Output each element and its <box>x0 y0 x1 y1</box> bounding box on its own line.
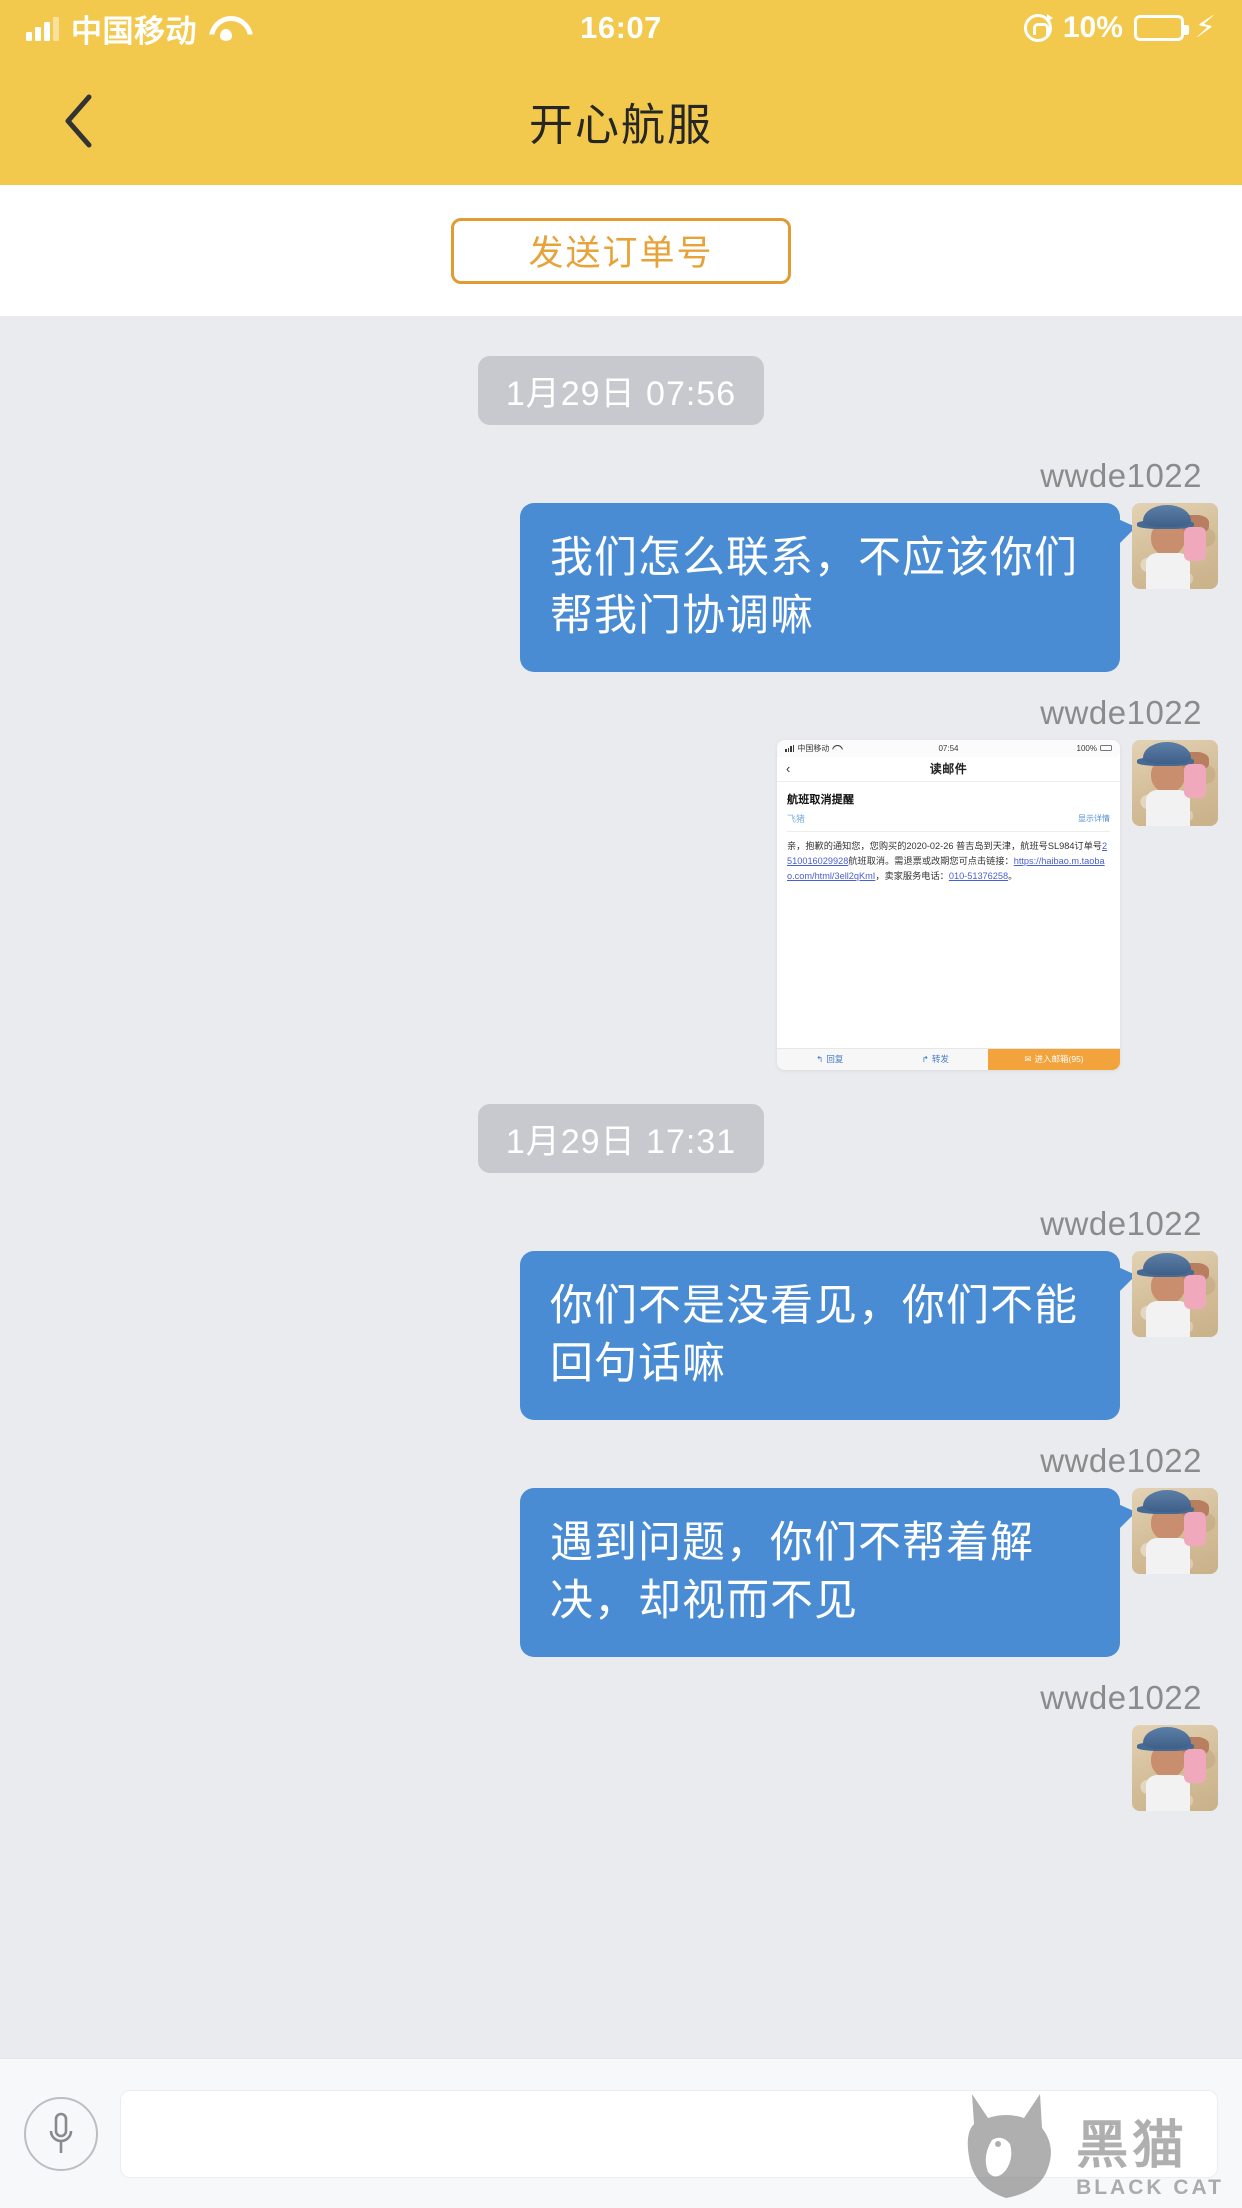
message-column: wwde1022 <box>1040 1671 1218 1811</box>
nav-bar: 开心航服 <box>0 56 1242 185</box>
back-chevron-icon[interactable] <box>56 91 100 151</box>
lightning-bolt-icon: ⚡ <box>1194 11 1216 44</box>
bubble-avatar-row: 中国移动 07:54 100% ‹ 读邮件 航班取消提醒 飞猪 显示详情 亲，抱… <box>777 739 1218 1070</box>
message-row: wwde1022 我们怎么联系，不应该你们帮我门协调嘛 <box>0 449 1242 672</box>
mini-clock: 07:54 <box>938 743 959 753</box>
email-body-part2: 航班取消。需退票或改期您可点击链接： <box>848 855 1014 866</box>
email-reply-label: 回复 <box>826 1054 844 1065</box>
carrier-label: 中国移动 <box>71 13 197 49</box>
email-forward-button: ↱ 转发 <box>883 1053 989 1065</box>
message-column: wwde1022 遇到问题，你们不帮着解决，却视而不见 <box>520 1434 1218 1657</box>
bubble-avatar-row: 我们怎么联系，不应该你们帮我门协调嘛 <box>520 503 1218 672</box>
status-bar-right: 10% ⚡ <box>1023 11 1216 45</box>
order-toolbar: 发送订单号 <box>0 185 1242 316</box>
email-reply-button: ↰ 回复 <box>777 1053 883 1065</box>
message-column: wwde1022 你们不是没看见，你们不能回句话嘛 <box>520 1197 1218 1420</box>
signal-bars-icon <box>26 15 59 41</box>
rotation-lock-icon <box>1023 14 1053 42</box>
timestamp-chip: 1月29日 17:31 <box>477 1103 765 1173</box>
timestamp-chip: 1月29日 07:56 <box>477 356 765 425</box>
message-input-bar <box>0 2058 1242 2208</box>
bubble-avatar-row: 你们不是没看见，你们不能回句话嘛 <box>520 1250 1218 1420</box>
message-row: wwde1022 遇到问题，你们不帮着解决，却视而不见 <box>0 1434 1242 1657</box>
email-mini-footer: ↰ 回复 ↱ 转发 ✉ 进入邮箱(95) <box>777 1047 1120 1070</box>
email-body-part3: ，卖家服务电话： <box>875 870 949 881</box>
bubble-avatar-row: 遇到问题，你们不帮着解决，却视而不见 <box>520 1487 1218 1657</box>
wifi-icon <box>209 15 243 41</box>
message-sender-name: wwde1022 <box>1040 457 1202 494</box>
forward-arrow-icon: ↱ <box>921 1053 929 1064</box>
timestamp-row: 1月29日 07:56 <box>0 356 1242 425</box>
message-input-field[interactable] <box>120 2089 1218 2178</box>
email-body-part1: 亲，抱歉的通知您，您购买的2020-02-26 普吉岛到天津，航班号SL984订… <box>787 840 1102 851</box>
chat-bubble-outgoing[interactable]: 我们怎么联系，不应该你们帮我门协调嘛 <box>520 503 1136 672</box>
status-bar: 中国移动 16:07 10% ⚡ <box>0 0 1242 56</box>
email-mini-status-bar: 中国移动 07:54 100% <box>777 739 1120 757</box>
email-subject: 航班取消提醒 <box>787 793 855 806</box>
message-sender-name: wwde1022 <box>1040 1678 1202 1716</box>
bubble-avatar-row <box>1132 1724 1218 1811</box>
message-sender-name: wwde1022 <box>1040 693 1202 731</box>
email-mini-title: 读邮件 <box>929 762 968 777</box>
page-title: 开心航服 <box>529 100 713 150</box>
message-row: wwde1022 <box>0 1671 1242 1811</box>
avatar[interactable] <box>1132 739 1218 826</box>
message-column: wwde1022 我们怎么联系，不应该你们帮我门协调嘛 <box>520 449 1218 672</box>
email-mini-nav-bar: ‹ 读邮件 <box>777 756 1120 782</box>
send-order-number-button[interactable]: 发送订单号 <box>451 217 791 284</box>
back-chevron-icon: ‹ <box>786 761 791 777</box>
email-forward-label: 转发 <box>931 1054 949 1065</box>
avatar[interactable] <box>1132 1250 1218 1337</box>
message-sender-name: wwde1022 <box>1040 1441 1202 1479</box>
email-inbox-label: 进入邮箱(95) <box>1034 1054 1084 1065</box>
email-phone-link: 010-51376258 <box>948 870 1009 881</box>
avatar[interactable] <box>1132 1487 1218 1574</box>
email-inbox-button: ✉ 进入邮箱(95) <box>988 1048 1120 1070</box>
email-mini-body: 航班取消提醒 飞猪 显示详情 亲，抱歉的通知您，您购买的2020-02-26 普… <box>777 781 1120 884</box>
email-sender: 飞猪 <box>787 813 806 824</box>
message-column: wwde1022 中国移动 07:54 100% ‹ 读邮件 航班取消提醒 飞猪… <box>777 686 1218 1070</box>
timestamp-row: 1月29日 17:31 <box>0 1103 1242 1173</box>
battery-percent-label: 10% <box>1062 11 1123 44</box>
email-body-text: 亲，抱歉的通知您，您购买的2020-02-26 普吉岛到天津，航班号SL984订… <box>787 839 1110 884</box>
chat-bubble-outgoing[interactable]: 你们不是没看见，你们不能回句话嘛 <box>520 1250 1136 1420</box>
email-show-detail-link: 显示详情 <box>1078 813 1110 823</box>
mail-inbox-icon: ✉ <box>1024 1053 1032 1064</box>
chat-image-email-screenshot[interactable]: 中国移动 07:54 100% ‹ 读邮件 航班取消提醒 飞猪 显示详情 亲，抱… <box>777 739 1120 1070</box>
chat-message-list[interactable]: 1月29日 07:56 wwde1022 我们怎么联系，不应该你们帮我门协调嘛 … <box>0 316 1242 2058</box>
avatar[interactable] <box>1132 503 1218 589</box>
chat-bubble-outgoing[interactable]: 遇到问题，你们不帮着解决，却视而不见 <box>520 1487 1136 1657</box>
message-sender-name: wwde1022 <box>1040 1204 1202 1242</box>
reply-arrow-icon: ↰ <box>816 1053 824 1064</box>
message-row: wwde1022 你们不是没看见，你们不能回句话嘛 <box>0 1197 1242 1420</box>
status-bar-left: 中国移动 <box>26 6 243 51</box>
message-row: wwde1022 中国移动 07:54 100% ‹ 读邮件 航班取消提醒 飞猪… <box>0 686 1242 1070</box>
divider <box>787 830 1110 832</box>
email-body-part4: 。 <box>1008 870 1018 881</box>
avatar[interactable] <box>1132 1724 1218 1811</box>
battery-icon <box>1133 15 1189 41</box>
email-meta-row: 飞猪 显示详情 <box>787 812 1110 825</box>
microphone-icon[interactable] <box>24 2096 98 2171</box>
